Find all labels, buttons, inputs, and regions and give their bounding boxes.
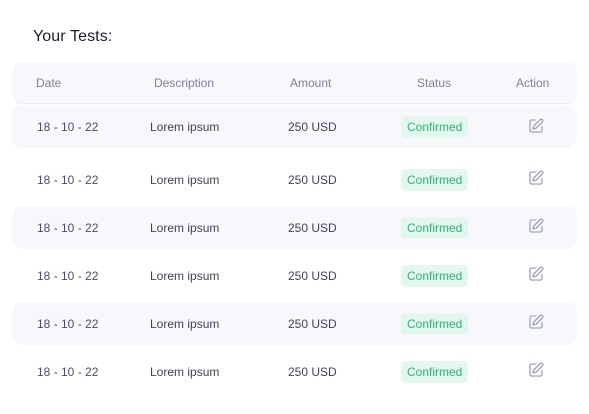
row-description: Lorem ipsum	[150, 364, 220, 379]
row-description: Lorem ipsum	[150, 268, 220, 283]
header-status: Status	[417, 75, 452, 90]
status-badge: Confirmed	[401, 312, 469, 335]
row-date: 18 - 10 - 22	[37, 268, 99, 283]
row-description: Lorem ipsum	[150, 316, 220, 331]
row-amount: 250 USD	[288, 364, 337, 379]
edit-icon[interactable]	[527, 217, 545, 235]
row-description: Lorem ipsum	[150, 172, 220, 187]
status-cell: Confirmed	[401, 105, 469, 148]
table-row: 18 - 10 - 22 Lorem ipsum 250 USD Confirm…	[12, 105, 577, 148]
table-header: Date Description Amount Status Action	[12, 62, 577, 104]
edit-icon[interactable]	[527, 169, 545, 187]
edit-icon[interactable]	[527, 361, 545, 379]
status-cell: Confirmed	[401, 206, 469, 249]
status-badge: Confirmed	[401, 216, 469, 239]
status-badge: Confirmed	[401, 115, 469, 138]
table-row: 18 - 10 - 22 Lorem ipsum 250 USD Confirm…	[12, 254, 577, 297]
table-row: 18 - 10 - 22 Lorem ipsum 250 USD Confirm…	[12, 302, 577, 345]
status-badge: Confirmed	[401, 360, 469, 383]
row-date: 18 - 10 - 22	[37, 119, 99, 134]
edit-icon[interactable]	[527, 117, 545, 135]
row-amount: 250 USD	[288, 268, 337, 283]
page-title: Your Tests:	[33, 28, 113, 45]
edit-icon[interactable]	[527, 265, 545, 283]
row-description: Lorem ipsum	[150, 119, 220, 134]
status-cell: Confirmed	[401, 350, 469, 393]
table-row: 18 - 10 - 22 Lorem ipsum 250 USD Confirm…	[12, 206, 577, 249]
row-date: 18 - 10 - 22	[37, 364, 99, 379]
row-description: Lorem ipsum	[150, 220, 220, 235]
table-row: 18 - 10 - 22 Lorem ipsum 250 USD Confirm…	[12, 350, 577, 393]
status-cell: Confirmed	[401, 158, 469, 201]
edit-icon[interactable]	[527, 313, 545, 331]
header-amount: Amount	[290, 75, 332, 90]
header-action: Action	[516, 75, 550, 90]
status-badge: Confirmed	[401, 264, 469, 287]
status-cell: Confirmed	[401, 302, 469, 345]
row-date: 18 - 10 - 22	[37, 316, 99, 331]
row-amount: 250 USD	[288, 220, 337, 235]
status-badge: Confirmed	[401, 168, 469, 191]
row-amount: 250 USD	[288, 172, 337, 187]
header-description: Description	[154, 75, 215, 90]
table-row: 18 - 10 - 22 Lorem ipsum 250 USD Confirm…	[12, 158, 577, 201]
row-amount: 250 USD	[288, 119, 337, 134]
row-date: 18 - 10 - 22	[37, 220, 99, 235]
header-date: Date	[36, 75, 62, 90]
status-cell: Confirmed	[401, 254, 469, 297]
row-date: 18 - 10 - 22	[37, 172, 99, 187]
row-amount: 250 USD	[288, 316, 337, 331]
